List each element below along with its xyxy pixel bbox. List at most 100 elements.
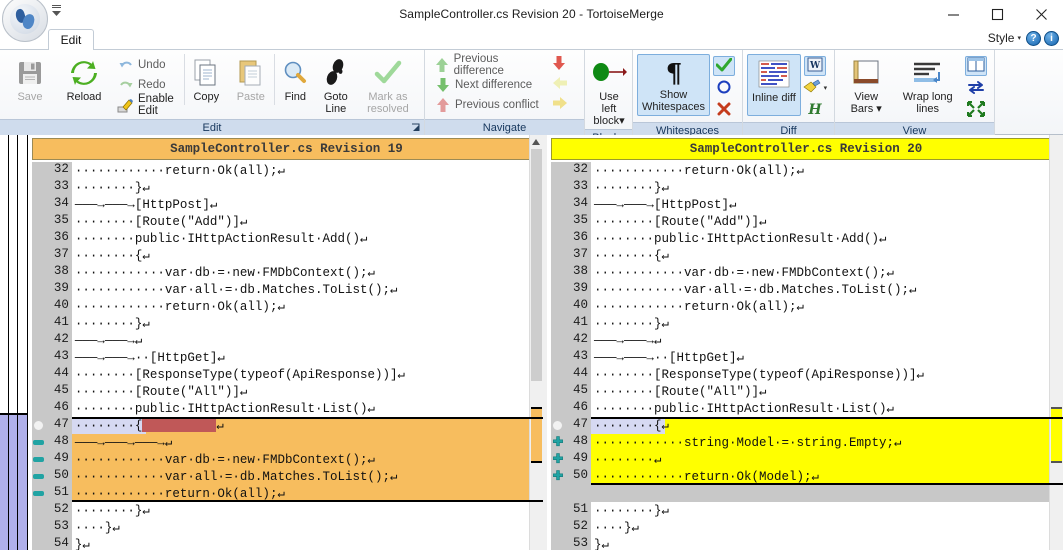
changed-block-circle-icon[interactable] [32,420,44,431]
code-line[interactable]: 39 ············var·all·=·db.Matches.ToLis… [31,281,543,298]
line-text[interactable]: ············var·all·=·db.Matches.ToList(… [71,468,543,485]
code-line[interactable]: 42 ———→———→↵ [31,332,543,349]
line-marker-gutter[interactable] [550,179,565,196]
overview-locator-bar[interactable] [0,135,28,550]
left-code-view[interactable]: 32 ············return·Ok(all);↵ 33 ········… [31,162,543,550]
line-text[interactable]: ········public·IHttpActionResult·List()↵ [72,400,543,417]
code-line[interactable]: 54}↵ [31,536,543,550]
line-text[interactable]: ········[ResponseType(typeof(ApiResponse… [72,366,543,383]
code-line[interactable]: 41 ········}↵ [550,315,1063,332]
collapse-views-button[interactable] [965,100,987,120]
view-bars-button[interactable]: View Bars ▾ [839,54,893,117]
code-line[interactable]: 52 ····}↵ [550,519,1063,536]
line-marker-gutter[interactable] [31,502,46,519]
line-marker-gutter[interactable] [31,451,46,468]
line-marker-gutter[interactable] [31,383,46,400]
code-line[interactable]: 49 ········↵ [550,451,1063,468]
inline-diff-button[interactable]: Inline diff [747,54,801,116]
redo-button[interactable]: Redo [114,75,182,95]
line-marker-gutter[interactable] [550,298,565,315]
code-line[interactable]: 52 ········}↵ [31,502,543,519]
line-text[interactable] [590,485,1063,502]
copy-button[interactable]: Copy [183,54,228,105]
code-line[interactable]: 51 ········}↵ [550,502,1063,519]
code-line[interactable] [550,485,1063,502]
line-marker-gutter[interactable] [31,400,46,417]
code-line[interactable]: 42 ———→———→↵ [550,332,1063,349]
code-line[interactable]: 37 ········{↵ [31,247,543,264]
help-icon[interactable]: ? [1026,31,1041,46]
line-marker-gutter[interactable] [550,162,565,179]
line-marker-gutter[interactable] [550,502,565,519]
code-line[interactable]: 34 ———→———→[HttpPost]↵ [550,196,1063,213]
code-line[interactable]: 48 ———→———→———→↵ [31,434,543,451]
line-marker-gutter[interactable] [550,519,565,536]
code-line[interactable]: 48 ············string·Model·=·string.Empt… [550,434,1063,451]
line-marker-gutter[interactable] [31,298,46,315]
undo-button[interactable]: Undo [114,55,182,75]
code-line[interactable]: 46 ········public·IHttpActionResult·List(… [550,400,1063,417]
line-text[interactable]: ········}↵ [72,315,543,332]
added-line-plus-icon[interactable] [552,470,564,482]
line-marker-gutter[interactable] [31,264,46,281]
code-line[interactable]: 44 ········[ResponseType(typeof(ApiRespon… [31,366,543,383]
line-text[interactable]: ········public·IHttpActionResult·List()↵ [591,400,1063,417]
line-marker-gutter[interactable] [550,247,565,264]
highlighter-button[interactable]: ▾ [803,78,828,98]
line-marker-gutter[interactable] [31,230,46,247]
line-text[interactable]: ········↵ [590,451,1063,468]
maximize-button[interactable] [975,0,1019,28]
line-marker-gutter[interactable] [550,230,565,247]
previous-difference-button[interactable]: Previous difference [431,53,547,77]
line-text[interactable]: ········[Route("Add")]↵ [591,213,1063,230]
line-marker-gutter[interactable] [550,349,565,366]
line-text[interactable]: ········}↵ [72,502,543,519]
line-marker-gutter[interactable] [550,196,565,213]
use-left-block-button[interactable]: Use left block▾ [589,54,629,129]
line-text[interactable]: ········}↵ [591,179,1063,196]
code-line[interactable]: 46 ········public·IHttpActionResult·List(… [31,400,543,417]
chevron-down-icon[interactable]: ▾ [619,115,625,127]
line-text[interactable]: ········[Route("All")]↵ [591,383,1063,400]
changed-block-circle-icon[interactable] [551,420,563,431]
chevron-down-icon[interactable]: ▾ [876,103,882,115]
code-line[interactable]: 43 ———→———→··[HttpGet]↵ [31,349,543,366]
changed-line-dash-icon[interactable] [32,474,44,479]
code-line[interactable]: 50 ············return·Ok(Model);↵ [550,468,1063,485]
line-marker-gutter[interactable] [31,162,46,179]
line-marker-gutter[interactable] [550,400,565,417]
close-button[interactable] [1019,0,1063,28]
code-line[interactable]: 36 ········public·IHttpActionResult·Add()… [550,230,1063,247]
line-text[interactable]: ········{↵ [71,417,543,434]
code-line[interactable]: 44 ········[ResponseType(typeof(ApiRespon… [550,366,1063,383]
line-text[interactable]: ············return·Ok(all);↵ [591,162,1063,179]
code-line[interactable]: 53}↵ [550,536,1063,550]
line-marker-gutter[interactable] [550,451,565,468]
line-text[interactable]: ········{↵ [72,247,543,264]
chevron-down-icon[interactable]: ▾ [824,84,828,92]
code-line[interactable]: 36 ········public·IHttpActionResult·Add()… [31,230,543,247]
previous-inline-diff-button[interactable] [549,74,573,94]
two-pane-view-button[interactable] [965,56,987,76]
line-text[interactable]: ———→———→[HttpPost]↵ [591,196,1063,213]
swap-views-button[interactable] [965,78,987,98]
line-marker-gutter[interactable] [31,366,46,383]
code-line[interactable]: 51 ············return·Ok(all);↵ [31,485,543,502]
code-line[interactable]: 33 ········}↵ [31,179,543,196]
chevron-down-icon[interactable]: ▾ [1017,34,1021,42]
line-marker-gutter[interactable] [31,315,46,332]
code-line[interactable]: 32 ············return·Ok(all);↵ [550,162,1063,179]
line-text[interactable]: ············var·all·=·db.Matches.ToList(… [72,281,543,298]
line-marker-gutter[interactable] [31,196,46,213]
line-marker-gutter[interactable] [550,468,565,485]
ignore-eol-circle-button[interactable] [713,78,735,98]
next-conflict-button[interactable] [549,54,573,74]
line-marker-gutter[interactable] [31,485,46,502]
line-marker-gutter[interactable] [550,281,565,298]
line-text[interactable]: ········public·IHttpActionResult·Add()↵ [591,230,1063,247]
line-marker-gutter[interactable] [31,213,46,230]
line-text[interactable]: ———→———→↵ [72,332,543,349]
find-button[interactable]: Find [273,54,316,105]
line-text[interactable]: ········public·IHttpActionResult·Add()↵ [72,230,543,247]
code-line[interactable]: 50 ············var·all·=·db.Matches.ToLis… [31,468,543,485]
